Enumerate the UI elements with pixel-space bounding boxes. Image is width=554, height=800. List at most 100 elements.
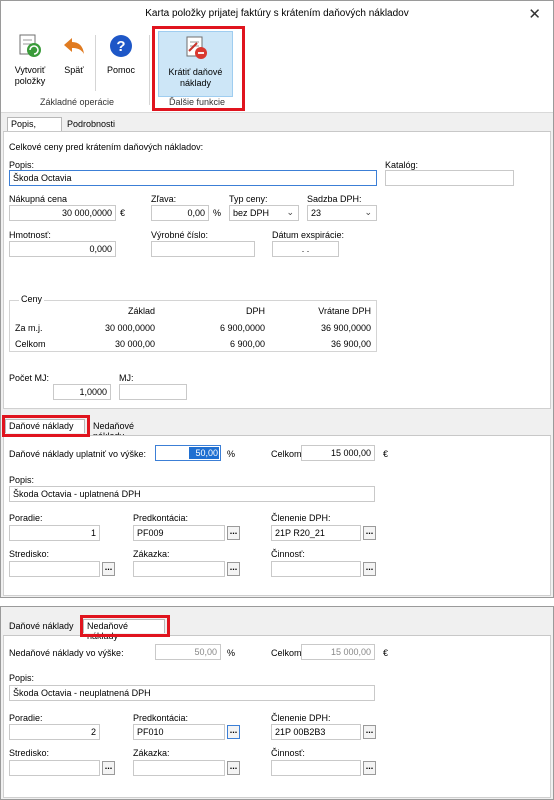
popis-input[interactable]: Škoda Octavia: [9, 170, 377, 186]
poradie-label: Poradie:: [9, 513, 43, 523]
chevron-down-icon: ⌄: [286, 207, 294, 217]
typ-ceny-select[interactable]: bez DPH ⌄: [229, 205, 299, 221]
zlava-input[interactable]: 0,00: [151, 205, 209, 221]
danove-popis-label: Popis:: [9, 475, 35, 485]
uplatnit-value: 50,00: [195, 448, 218, 458]
reduce-costs-label-2: náklady: [179, 78, 212, 88]
clenenie-dph-input[interactable]: 21P R20_21: [271, 525, 361, 541]
zakazka-lookup-button[interactable]: ...: [227, 761, 240, 775]
ceny-cell: 6 900,00: [229, 339, 265, 349]
nedanove-popis-input[interactable]: Škoda Octavia - neuplatnená DPH: [9, 685, 375, 701]
dialog-window: Karta položky prijatej faktúry s krátení…: [0, 0, 554, 598]
help-label: Pomoc: [106, 65, 135, 75]
hmotnost-input[interactable]: 0,000: [9, 241, 116, 257]
stredisko-label: Stredisko:: [9, 549, 50, 559]
back-label: Späť: [64, 65, 84, 75]
predkontacia-label: Predkontácia:: [133, 713, 189, 723]
ceny-cell: 30 000,0000: [104, 323, 155, 333]
stredisko-lookup-button[interactable]: ...: [102, 562, 115, 576]
reduce-costs-label-1: Krátiť daňové: [168, 67, 223, 77]
celkom-input[interactable]: 15 000,00: [301, 445, 375, 461]
danove-tab-highlight: [2, 415, 90, 437]
vyrobne-cislo-input[interactable]: [151, 241, 255, 257]
mj-label: MJ:: [119, 373, 134, 383]
cinnost-lookup-button[interactable]: ...: [363, 562, 376, 576]
chevron-down-icon: ⌄: [364, 207, 372, 217]
zakazka-label: Zákazka:: [133, 748, 170, 758]
currency-symbol: €: [383, 449, 389, 459]
predkontacia-lookup-button[interactable]: ...: [227, 526, 240, 540]
sadzba-dph-select[interactable]: 23 ⌄: [307, 205, 377, 221]
pocet-mj-input[interactable]: 1,0000: [53, 384, 111, 400]
clenenie-dph-label: Členenie DPH:: [271, 713, 331, 723]
poradie-input[interactable]: 1: [9, 525, 100, 541]
zakazka-input[interactable]: [133, 760, 225, 776]
ribbon-divider: [95, 35, 96, 91]
poradie-input[interactable]: 2: [9, 724, 100, 740]
typ-ceny-value: bez DPH: [233, 208, 270, 218]
ceny-cell: 36 900,00: [330, 339, 371, 349]
stredisko-label: Stredisko:: [9, 748, 50, 758]
tab-danove-label-2: Daňové náklady: [9, 621, 74, 631]
help-button[interactable]: ? Pomoc: [101, 33, 141, 76]
nedanove-input[interactable]: 50,00: [155, 644, 221, 660]
section-title: Celkové ceny pred krátením daňových nákl…: [9, 142, 204, 152]
nakupna-cena-input[interactable]: 30 000,0000: [9, 205, 116, 221]
reduce-costs-content[interactable]: Krátiť daňové náklady: [158, 35, 233, 89]
ceny-header-dph: DPH: [245, 306, 265, 316]
tab-nedanove-naklady[interactable]: Nedaňové náklady: [89, 419, 169, 441]
datum-exspiracie-label: Dátum exspirácie:: [272, 230, 345, 240]
ceny-row-label: Celkom: [15, 339, 46, 349]
close-icon[interactable]: ✕: [528, 5, 541, 23]
back-arrow-icon: [64, 38, 84, 54]
percent-symbol: %: [227, 648, 236, 658]
zakazka-input[interactable]: [133, 561, 225, 577]
nedanove-window: Daňové náklady Nedaňové náklady Nedaňové…: [0, 606, 554, 800]
svg-text:?: ?: [116, 38, 125, 55]
stredisko-input[interactable]: [9, 760, 100, 776]
clenenie-dph-input[interactable]: 21P 00B2B3: [271, 724, 361, 740]
create-items-button[interactable]: Vytvoriť položky: [7, 33, 53, 87]
ceny-row-label: Za m.j.: [15, 323, 43, 333]
nakupna-cena-label: Nákupná cena: [9, 194, 68, 204]
clenenie-lookup-button[interactable]: ...: [363, 526, 376, 540]
katalog-label: Katalóg:: [385, 160, 419, 170]
nedanove-popis-label: Popis:: [9, 673, 35, 683]
predkontacia-lookup-button[interactable]: ...: [227, 725, 240, 739]
stredisko-input[interactable]: [9, 561, 100, 577]
clenenie-lookup-button[interactable]: ...: [363, 725, 376, 739]
percent-symbol: %: [227, 449, 236, 459]
nedanove-tab-highlight: [80, 615, 170, 637]
katalog-input[interactable]: [385, 170, 514, 186]
tab-podrobnosti[interactable]: Podrobnosti: [63, 117, 123, 131]
cinnost-input[interactable]: [271, 561, 361, 577]
typ-ceny-label: Typ ceny:: [229, 194, 268, 204]
mj-input[interactable]: [119, 384, 187, 400]
danove-popis-input[interactable]: Škoda Octavia - uplatnená DPH: [9, 486, 375, 502]
predkontacia-input[interactable]: PF010: [133, 724, 225, 740]
window-title: Karta položky prijatej faktúry s krátení…: [145, 8, 409, 19]
cinnost-lookup-button[interactable]: ...: [363, 761, 376, 775]
tab-podrobnosti-label: Podrobnosti: [67, 119, 116, 129]
create-items-icon: [19, 34, 41, 57]
zlava-label: Zľava:: [151, 194, 177, 204]
sadzba-dph-label: Sadzba DPH:: [307, 194, 362, 204]
help-icon: ?: [110, 35, 132, 57]
tab-popis-cena[interactable]: Popis, cena: [7, 117, 62, 139]
celkom-input[interactable]: 15 000,00: [301, 644, 375, 660]
predkontacia-input[interactable]: PF009: [133, 525, 225, 541]
datum-exspiracie-input[interactable]: . .: [272, 241, 339, 257]
popis-label: Popis:: [9, 160, 35, 170]
ceny-cell: 36 900,0000: [320, 323, 371, 333]
uplatnit-label: Daňové náklady uplatniť vo výške:: [9, 449, 146, 459]
nedanove-label: Nedaňové náklady vo výške:: [9, 648, 124, 658]
stredisko-lookup-button[interactable]: ...: [102, 761, 115, 775]
zakazka-lookup-button[interactable]: ...: [227, 562, 240, 576]
back-button[interactable]: Späť: [57, 33, 91, 76]
tab-danove-naklady-2[interactable]: Daňové náklady: [5, 619, 79, 633]
currency-symbol: €: [383, 648, 389, 658]
ceny-header-vratane: Vrátane DPH: [318, 306, 371, 316]
cinnost-input[interactable]: [271, 760, 361, 776]
hmotnost-label: Hmotnosť:: [9, 230, 51, 240]
cinnost-label: Činnosť:: [271, 748, 305, 758]
